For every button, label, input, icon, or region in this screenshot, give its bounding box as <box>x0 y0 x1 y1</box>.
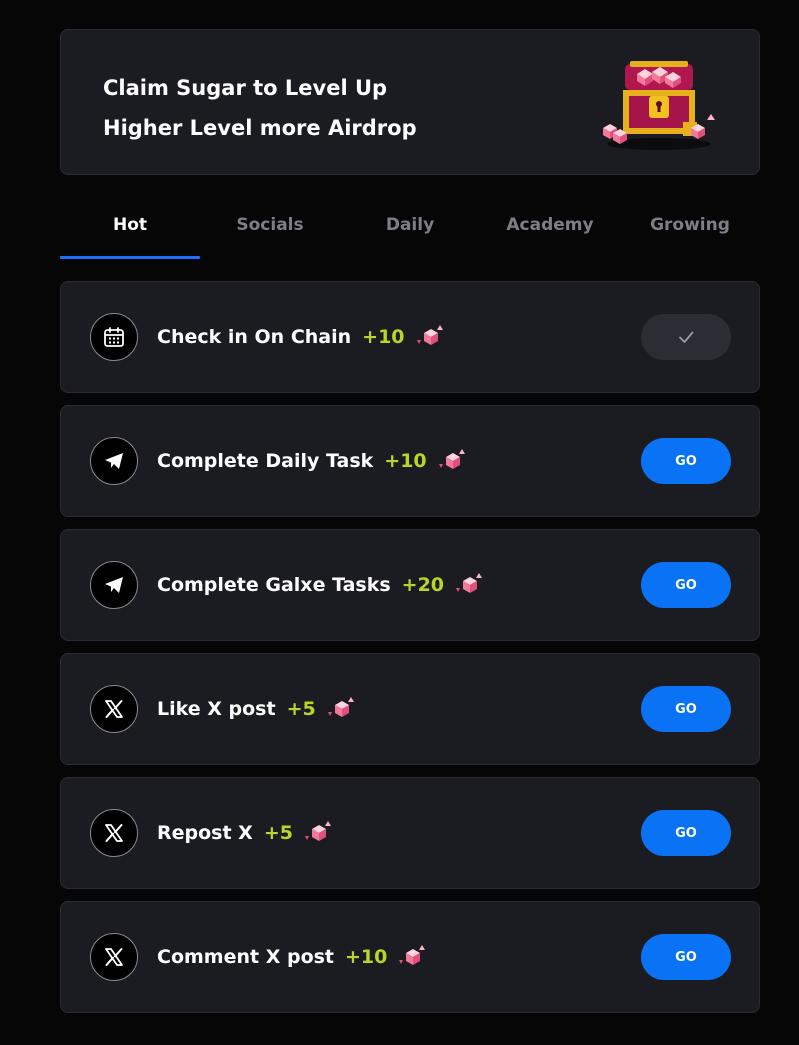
task-title: Like X post +5 <box>157 654 356 764</box>
task-title: Check in On Chain +10 <box>157 282 445 392</box>
go-button[interactable]: GO <box>641 686 731 732</box>
x-logo-icon <box>90 685 138 733</box>
task-points: +5 <box>286 698 316 720</box>
task-label: Check in On Chain <box>157 326 352 348</box>
task-label: Comment X post <box>157 946 335 968</box>
task-row-repost-x: Repost X +5 GO <box>60 777 760 889</box>
sugar-cube-icon <box>327 697 354 717</box>
task-label: Like X post <box>157 698 276 720</box>
go-button[interactable]: GO <box>641 562 731 608</box>
task-points: +5 <box>263 822 293 844</box>
page: Claim Sugar to Level Up Higher Level mor… <box>0 0 799 1045</box>
sugar-cube-icon <box>399 945 426 965</box>
task-title: Complete Galxe Tasks +20 <box>157 530 484 640</box>
banner-line-1: Claim Sugar to Level Up <box>103 76 388 100</box>
tab-socials[interactable]: Socials <box>200 200 340 258</box>
task-label: Repost X <box>157 822 253 844</box>
x-logo-icon <box>90 809 138 857</box>
task-points: +20 <box>401 574 445 596</box>
task-points: +10 <box>362 326 405 348</box>
calendar-icon <box>90 313 138 361</box>
tab-academy[interactable]: Academy <box>480 200 620 258</box>
sugar-cube-icon <box>304 821 331 841</box>
check-icon <box>679 331 694 343</box>
go-button[interactable]: GO <box>641 438 731 484</box>
task-points: +10 <box>345 946 388 968</box>
task-title: Comment X post +10 <box>157 902 427 1012</box>
task-title: Repost X +5 <box>157 778 333 888</box>
active-tab-indicator <box>60 256 200 259</box>
sugar-cube-icon <box>456 573 483 593</box>
level-up-banner: Claim Sugar to Level Up Higher Level mor… <box>60 29 760 175</box>
go-button[interactable]: GO <box>641 934 731 980</box>
task-label: Complete Daily Task <box>157 450 374 472</box>
task-row-comment-x-post: Comment X post +10 GO <box>60 901 760 1013</box>
banner-text: Claim Sugar to Level Up Higher Level mor… <box>103 68 417 148</box>
sugar-cube-icon <box>416 325 443 345</box>
treasure-chest-icon <box>603 61 715 150</box>
go-button[interactable]: GO <box>641 810 731 856</box>
task-row-check-in: Check in On Chain +10 <box>60 281 760 393</box>
tab-growing[interactable]: Growing <box>620 200 760 258</box>
completed-check-button <box>641 314 731 360</box>
task-points: +10 <box>384 450 427 472</box>
task-row-like-x-post: Like X post +5 GO <box>60 653 760 765</box>
telegram-icon <box>90 437 138 485</box>
telegram-icon <box>90 561 138 609</box>
task-tabs: Hot Socials Daily Academy Growing <box>60 200 760 260</box>
x-logo-icon <box>90 933 138 981</box>
banner-line-2: Higher Level more Airdrop <box>103 116 417 140</box>
sugar-cube-icon <box>438 449 465 469</box>
task-title: Complete Daily Task +10 <box>157 406 467 516</box>
task-row-daily-task: Complete Daily Task +10 GO <box>60 405 760 517</box>
tab-hot[interactable]: Hot <box>60 200 200 258</box>
task-row-galxe-tasks: Complete Galxe Tasks +20 GO <box>60 529 760 641</box>
tab-daily[interactable]: Daily <box>340 200 480 258</box>
task-label: Complete Galxe Tasks <box>157 574 391 596</box>
